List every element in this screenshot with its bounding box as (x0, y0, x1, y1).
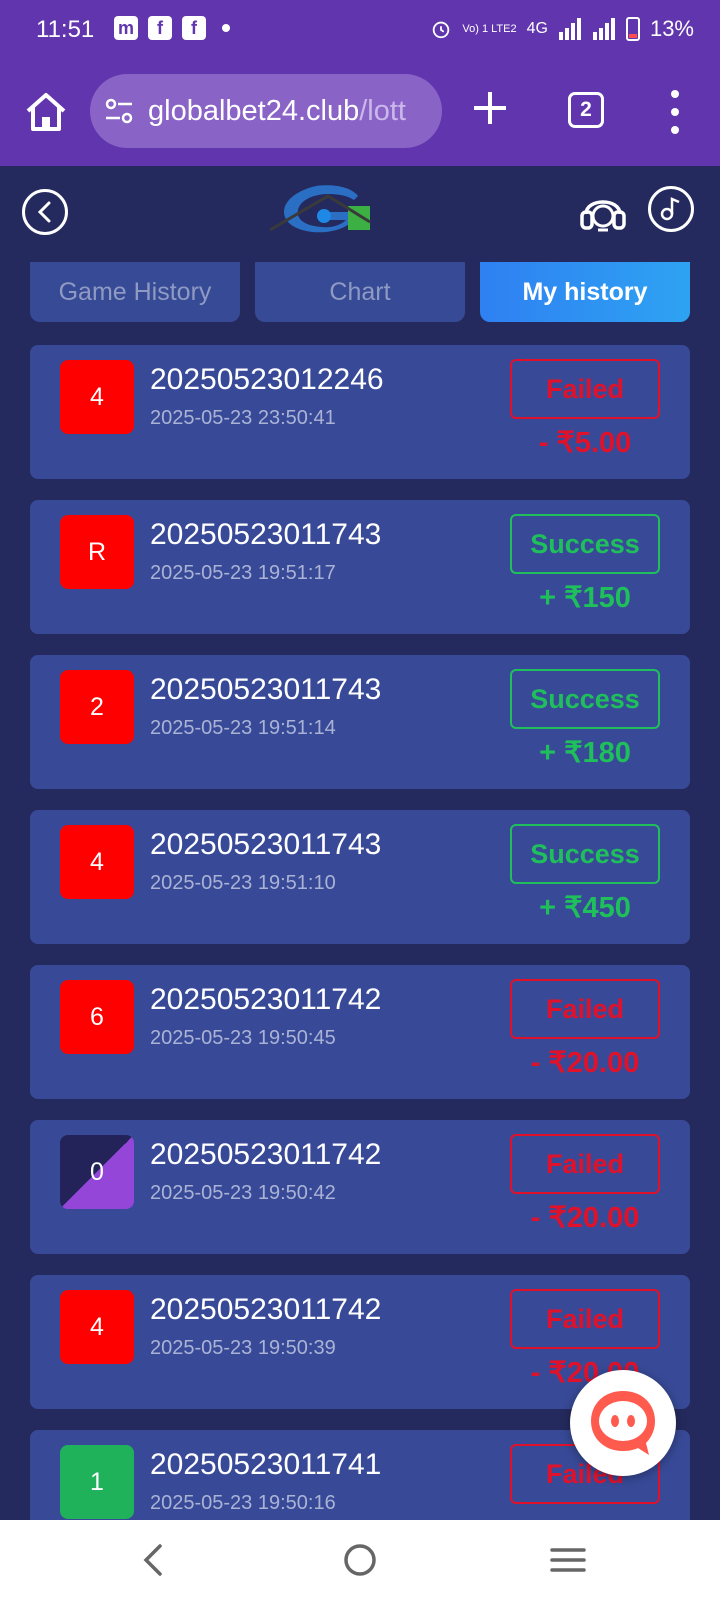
amount: + ₹150 (539, 582, 631, 614)
network-type: 4G (526, 20, 548, 37)
signal-icon (592, 18, 615, 40)
amount: + ₹450 (539, 892, 631, 924)
signal-icon (558, 18, 581, 40)
home-icon[interactable] (24, 90, 68, 134)
history-card[interactable]: 0 20250523011742 2025-05-23 19:50:42 Fai… (30, 1120, 690, 1254)
tab-switcher-button[interactable]: 2 (568, 92, 604, 128)
tab-chart[interactable]: Chart (255, 262, 465, 322)
period-number: 20250523011741 (150, 1448, 382, 1481)
number-badge: R (60, 515, 134, 589)
amount: + ₹180 (539, 737, 631, 769)
more-notifications-icon (222, 24, 230, 32)
system-icons: Vo) 1 LTE2 4G 13% (430, 16, 694, 42)
facebook-icon: f (182, 16, 206, 40)
history-card[interactable]: R 20250523011743 2025-05-23 19:51:17 Suc… (30, 500, 690, 634)
bet-time: 2025-05-23 19:51:17 (150, 562, 336, 584)
more-menu-icon[interactable] (668, 90, 682, 134)
music-note-icon (660, 197, 680, 221)
music-toggle-button[interactable] (648, 186, 694, 232)
status-badge: Success (510, 669, 660, 729)
tab-game-history[interactable]: Game History (30, 262, 240, 322)
nav-back-icon[interactable] (134, 1540, 174, 1580)
messenger-icon: m (114, 16, 138, 40)
number-badge: 4 (60, 1290, 134, 1364)
number-badge: 4 (60, 360, 134, 434)
status-badge: Failed (510, 979, 660, 1039)
bet-time: 2025-05-23 19:50:45 (150, 1027, 336, 1049)
site-logo (270, 185, 371, 233)
chevron-left-icon (37, 201, 51, 223)
amount: - ₹20.00 (530, 1202, 640, 1234)
back-button[interactable] (22, 189, 68, 235)
battery-icon (625, 17, 640, 41)
new-tab-icon[interactable] (470, 88, 510, 128)
tab-my-history[interactable]: My history (480, 262, 690, 322)
bet-time: 2025-05-23 23:50:41 (150, 407, 336, 429)
bet-time: 2025-05-23 19:50:39 (150, 1337, 336, 1359)
number-badge: 4 (60, 825, 134, 899)
facebook-icon: f (148, 16, 172, 40)
history-tabs: Game History Chart My history (30, 262, 690, 322)
alarm-icon (433, 21, 450, 39)
number-badge: 1 (60, 1445, 134, 1519)
status-badge: Success (510, 824, 660, 884)
history-card[interactable]: 6 20250523011742 2025-05-23 19:50:45 Fai… (30, 965, 690, 1099)
amount: - ₹20.00 (530, 1047, 640, 1079)
chat-bubble-icon (591, 1391, 655, 1455)
nav-home-icon[interactable] (340, 1540, 380, 1580)
address-bar[interactable]: globalbet24.club/lott (90, 74, 442, 148)
status-time: 11:51 (36, 16, 95, 43)
bet-time: 2025-05-23 19:50:42 (150, 1182, 336, 1204)
url-text: globalbet24.club/lott (148, 95, 406, 128)
period-number: 20250523012246 (150, 363, 384, 396)
status-bar: 11:51 m f f Vo) 1 LTE2 4G 13% (0, 0, 720, 62)
url-path: /lott (359, 94, 406, 127)
history-card[interactable]: 4 20250523012246 2025-05-23 23:50:41 Fai… (30, 345, 690, 479)
network-label: Vo) 1 LTE2 (462, 22, 517, 35)
system-nav-bar (0, 1520, 720, 1600)
amount: - ₹5.00 (538, 427, 632, 459)
period-number: 20250523011742 (150, 1293, 382, 1326)
period-number: 20250523011743 (150, 828, 382, 861)
customer-support-icon[interactable] (578, 186, 628, 236)
url-domain: globalbet24.club (148, 94, 360, 127)
notification-icons: m f f (114, 16, 230, 40)
battery-level: 13% (649, 16, 694, 41)
status-badge: Failed (510, 359, 660, 419)
period-number: 20250523011742 (150, 983, 382, 1016)
browser-toolbar: globalbet24.club/lott 2 (0, 62, 720, 166)
status-badge: Failed (510, 1134, 660, 1194)
history-card[interactable]: 2 20250523011743 2025-05-23 19:51:14 Suc… (30, 655, 690, 789)
chat-button[interactable] (570, 1370, 676, 1476)
period-number: 20250523011743 (150, 518, 382, 551)
status-badge: Failed (510, 1289, 660, 1349)
period-number: 20250523011743 (150, 673, 382, 706)
number-badge: 6 (60, 980, 134, 1054)
period-number: 20250523011742 (150, 1138, 382, 1171)
bet-time: 2025-05-23 19:50:16 (150, 1492, 336, 1514)
bet-time: 2025-05-23 19:51:14 (150, 717, 336, 739)
site-settings-icon[interactable] (104, 96, 134, 126)
number-badge: 0 (60, 1135, 134, 1209)
history-card[interactable]: 4 20250523011743 2025-05-23 19:51:10 Suc… (30, 810, 690, 944)
status-badge: Success (510, 514, 660, 574)
nav-recents-icon[interactable] (548, 1540, 588, 1580)
number-badge: 2 (60, 670, 134, 744)
app-header (0, 166, 720, 262)
bet-time: 2025-05-23 19:51:10 (150, 872, 336, 894)
